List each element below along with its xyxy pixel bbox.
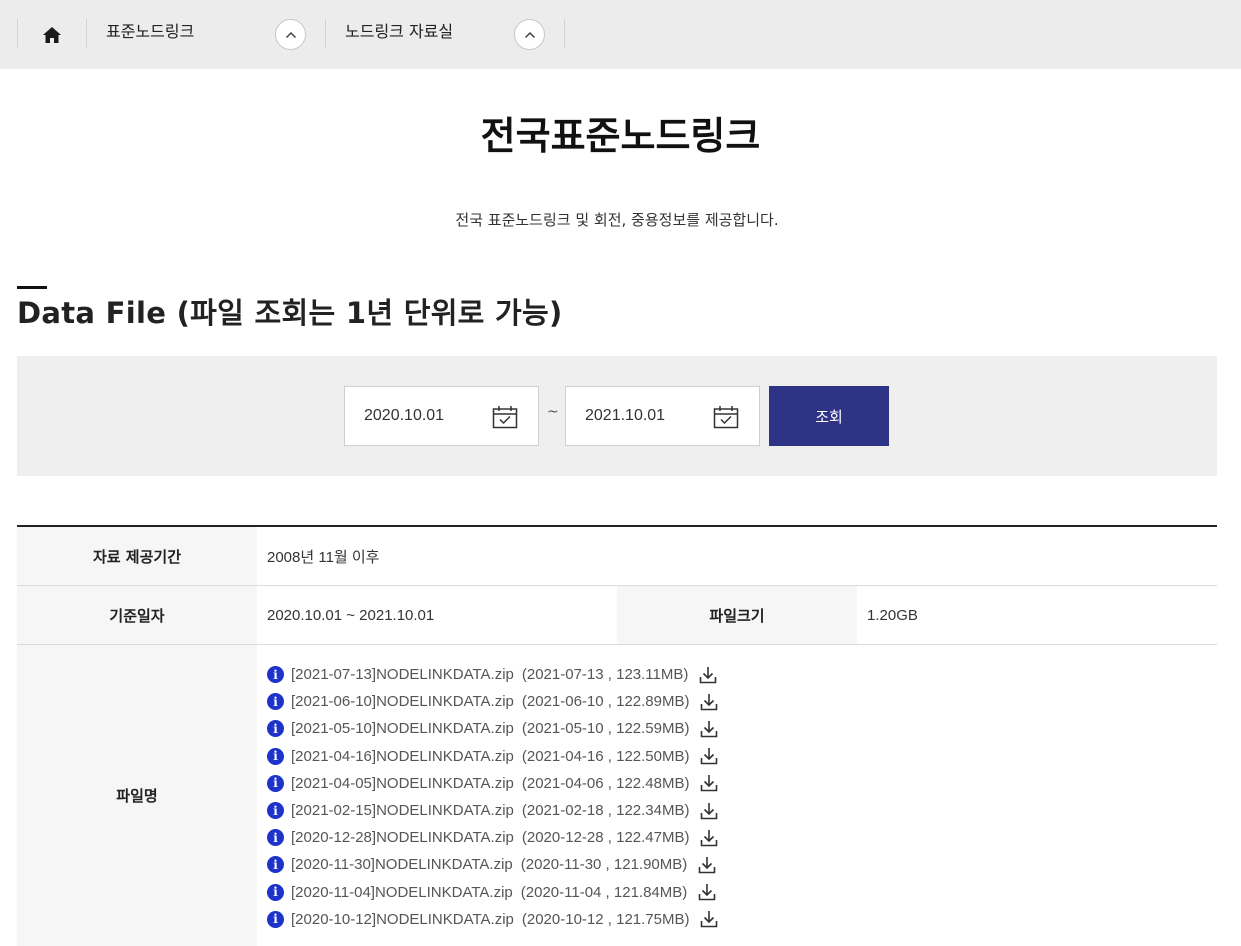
file-list-item: i [2021-04-05]NODELINKDATA.zip (2021-04-06… bbox=[267, 770, 719, 797]
file-list-item: i [2021-06-10]NODELINKDATA.zip (2021-06-10… bbox=[267, 688, 719, 715]
divider bbox=[564, 19, 565, 48]
date-range-separator: ~ bbox=[547, 404, 559, 420]
info-icon[interactable]: i bbox=[267, 856, 284, 874]
info-icon[interactable]: i bbox=[267, 910, 284, 928]
page-description: 전국 표준노드링크 및 회전, 중용정보를 제공합니다. bbox=[455, 211, 779, 229]
file-meta: (2021-07-13 , 123.11MB) bbox=[521, 666, 689, 684]
file-meta: (2020-11-04 , 121.84MB) bbox=[520, 883, 688, 901]
home-button[interactable] bbox=[36, 20, 68, 50]
chevron-up-icon bbox=[285, 31, 296, 38]
period-value: 2008년 11월 이후 bbox=[267, 548, 380, 566]
file-meta: (2021-04-16 , 122.50MB) bbox=[521, 747, 690, 765]
download-icon[interactable] bbox=[699, 719, 719, 739]
file-meta: (2020-10-12 , 121.75MB) bbox=[521, 910, 690, 928]
data-info-table: 자료 제공기간 2008년 11월 이후 기준일자 2020.10.01 ~ 2… bbox=[17, 525, 1217, 946]
file-list-item: i [2021-05-10]NODELINKDATA.zip (2021-05-10… bbox=[267, 715, 719, 742]
download-icon[interactable] bbox=[699, 909, 719, 929]
download-icon[interactable] bbox=[699, 692, 719, 712]
file-link[interactable]: [2020-12-28]NODELINKDATA.zip bbox=[291, 829, 514, 846]
file-link[interactable]: [2021-02-15]NODELINKDATA.zip bbox=[291, 802, 514, 819]
info-icon[interactable]: i bbox=[267, 802, 284, 820]
file-meta: (2021-04-06 , 122.48MB) bbox=[521, 774, 690, 792]
info-icon[interactable]: i bbox=[267, 829, 284, 847]
end-date-input[interactable] bbox=[585, 405, 705, 427]
calendar-icon[interactable] bbox=[713, 405, 739, 429]
download-icon[interactable] bbox=[699, 773, 719, 793]
file-list-item: i [2020-11-30]NODELINKDATA.zip (2020-11-30… bbox=[267, 851, 719, 878]
info-icon[interactable]: i bbox=[267, 720, 284, 738]
file-link[interactable]: [2020-10-12]NODELINKDATA.zip bbox=[291, 911, 514, 928]
start-date-field[interactable] bbox=[344, 386, 539, 446]
breadcrumb-level1[interactable]: 표준노드링크 bbox=[106, 21, 194, 43]
file-list-item: i [2020-10-12]NODELINKDATA.zip (2020-10-12… bbox=[267, 906, 719, 933]
info-icon[interactable]: i bbox=[267, 693, 284, 711]
file-list-item: i [2021-07-13]NODELINKDATA.zip (2021-07-13… bbox=[267, 661, 719, 688]
download-icon[interactable] bbox=[698, 665, 718, 685]
download-icon[interactable] bbox=[699, 746, 719, 766]
table-row: 자료 제공기간 2008년 11월 이후 bbox=[17, 527, 1217, 586]
file-list-item: i [2020-12-28]NODELINKDATA.zip (2020-12-28… bbox=[267, 824, 719, 851]
file-link[interactable]: [2021-04-05]NODELINKDATA.zip bbox=[291, 775, 514, 792]
divider bbox=[325, 19, 326, 48]
calendar-icon[interactable] bbox=[492, 405, 518, 429]
home-icon bbox=[43, 27, 61, 43]
download-icon[interactable] bbox=[697, 882, 717, 902]
file-list-item: i [2021-04-16]NODELINKDATA.zip (2021-04-16… bbox=[267, 743, 719, 770]
file-meta: (2021-06-10 , 122.89MB) bbox=[521, 693, 690, 711]
date-search-panel: ~ 조회 bbox=[17, 356, 1217, 476]
file-size-value: 1.20GB bbox=[867, 606, 918, 624]
file-link[interactable]: [2021-07-13]NODELINKDATA.zip bbox=[291, 666, 514, 683]
file-link[interactable]: [2020-11-30]NODELINKDATA.zip bbox=[291, 856, 513, 873]
info-icon[interactable]: i bbox=[267, 747, 284, 765]
table-row: 기준일자 2020.10.01 ~ 2021.10.01 파일크기 1.20GB bbox=[17, 586, 1217, 645]
file-name-label: 파일명 bbox=[17, 645, 257, 946]
info-icon[interactable]: i bbox=[267, 883, 284, 901]
section-title-bar bbox=[17, 286, 47, 289]
base-date-value: 2020.10.01 ~ 2021.10.01 bbox=[267, 606, 435, 624]
top-breadcrumb-bar: 표준노드링크 노드링크 자료실 bbox=[0, 0, 1241, 69]
section-title: Data File (파일 조회는 1년 단위로 가능) bbox=[17, 296, 563, 330]
info-icon[interactable]: i bbox=[267, 774, 284, 792]
info-icon[interactable]: i bbox=[267, 666, 284, 684]
file-link[interactable]: [2020-11-04]NODELINKDATA.zip bbox=[291, 884, 513, 901]
breadcrumb-level2[interactable]: 노드링크 자료실 bbox=[345, 21, 453, 43]
download-icon[interactable] bbox=[699, 828, 719, 848]
download-icon[interactable] bbox=[697, 855, 717, 875]
file-list: i [2021-07-13]NODELINKDATA.zip (2021-07-13… bbox=[267, 661, 719, 933]
file-meta: (2020-12-28 , 122.47MB) bbox=[521, 829, 690, 847]
period-label: 자료 제공기간 bbox=[17, 527, 257, 585]
end-date-field[interactable] bbox=[565, 386, 760, 446]
search-button[interactable]: 조회 bbox=[769, 386, 889, 446]
file-list-item: i [2021-02-15]NODELINKDATA.zip (2021-02-18… bbox=[267, 797, 719, 824]
breadcrumb-level2-toggle[interactable] bbox=[514, 19, 545, 50]
table-row: 파일명 i [2021-07-13]NODELINKDATA.zip (2021-0… bbox=[17, 645, 1217, 946]
download-icon[interactable] bbox=[699, 801, 719, 821]
file-meta: (2021-05-10 , 122.59MB) bbox=[521, 720, 690, 738]
breadcrumb-level1-toggle[interactable] bbox=[275, 19, 306, 50]
file-meta: (2021-02-18 , 122.34MB) bbox=[521, 802, 690, 820]
divider bbox=[17, 19, 18, 48]
divider bbox=[86, 19, 87, 48]
base-date-label: 기준일자 bbox=[17, 586, 257, 644]
start-date-input[interactable] bbox=[364, 405, 484, 427]
file-list-item: i [2020-11-04]NODELINKDATA.zip (2020-11-04… bbox=[267, 879, 719, 906]
file-size-label: 파일크기 bbox=[617, 586, 857, 644]
file-meta: (2020-11-30 , 121.90MB) bbox=[520, 856, 688, 874]
file-link[interactable]: [2021-06-10]NODELINKDATA.zip bbox=[291, 693, 514, 710]
file-link[interactable]: [2021-04-16]NODELINKDATA.zip bbox=[291, 748, 514, 765]
file-link[interactable]: [2021-05-10]NODELINKDATA.zip bbox=[291, 720, 514, 737]
page-title: 전국표준노드링크 bbox=[480, 114, 761, 158]
chevron-up-icon bbox=[524, 31, 535, 38]
